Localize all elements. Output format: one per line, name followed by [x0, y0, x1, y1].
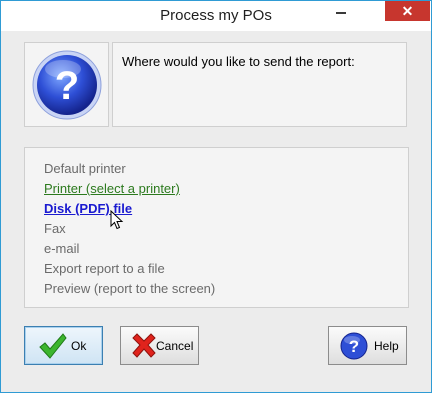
message-panel: Where would you like to send the report:	[112, 42, 407, 127]
destination-list: Default printer Printer (select a printe…	[44, 159, 215, 299]
dialog-body: ? Where would you like to send the repor…	[8, 32, 424, 385]
x-cross-icon	[132, 333, 156, 358]
cancel-button[interactable]: Cancel	[120, 326, 199, 365]
close-button[interactable]: ✕	[385, 1, 430, 21]
svg-text:?: ?	[55, 64, 79, 108]
help-button-label: Help	[374, 339, 399, 353]
option-export-to-file[interactable]: Export report to a file	[44, 259, 215, 279]
option-default-printer[interactable]: Default printer	[44, 159, 215, 179]
prompt-text: Where would you like to send the report:	[122, 54, 355, 69]
option-disk-pdf-file[interactable]: Disk (PDF) file	[44, 199, 215, 219]
option-printer-select[interactable]: Printer (select a printer)	[44, 179, 215, 199]
mouse-pointer-icon	[110, 210, 124, 230]
cancel-button-label: Cancel	[156, 339, 194, 353]
svg-text:?: ?	[349, 337, 359, 356]
ok-button-label: Ok	[71, 339, 87, 353]
window-title: Process my POs	[160, 7, 272, 24]
icon-panel: ?	[24, 42, 109, 127]
question-icon: ?	[32, 50, 102, 120]
ok-button[interactable]: Ok	[24, 326, 103, 365]
minimize-icon	[336, 12, 346, 14]
destination-options-panel: Default printer Printer (select a printe…	[24, 147, 409, 308]
option-preview[interactable]: Preview (report to the screen)	[44, 279, 215, 299]
process-pos-dialog: Process my POs ✕ ? Where would you like …	[0, 0, 432, 393]
checkmark-icon	[39, 333, 67, 359]
help-question-icon: ?	[340, 332, 368, 360]
option-email[interactable]: e-mail	[44, 239, 215, 259]
help-button[interactable]: ? Help	[328, 326, 407, 365]
close-icon: ✕	[401, 3, 414, 19]
minimize-button[interactable]	[326, 1, 356, 21]
option-fax[interactable]: Fax	[44, 219, 215, 239]
title-bar[interactable]: Process my POs ✕	[1, 1, 431, 31]
